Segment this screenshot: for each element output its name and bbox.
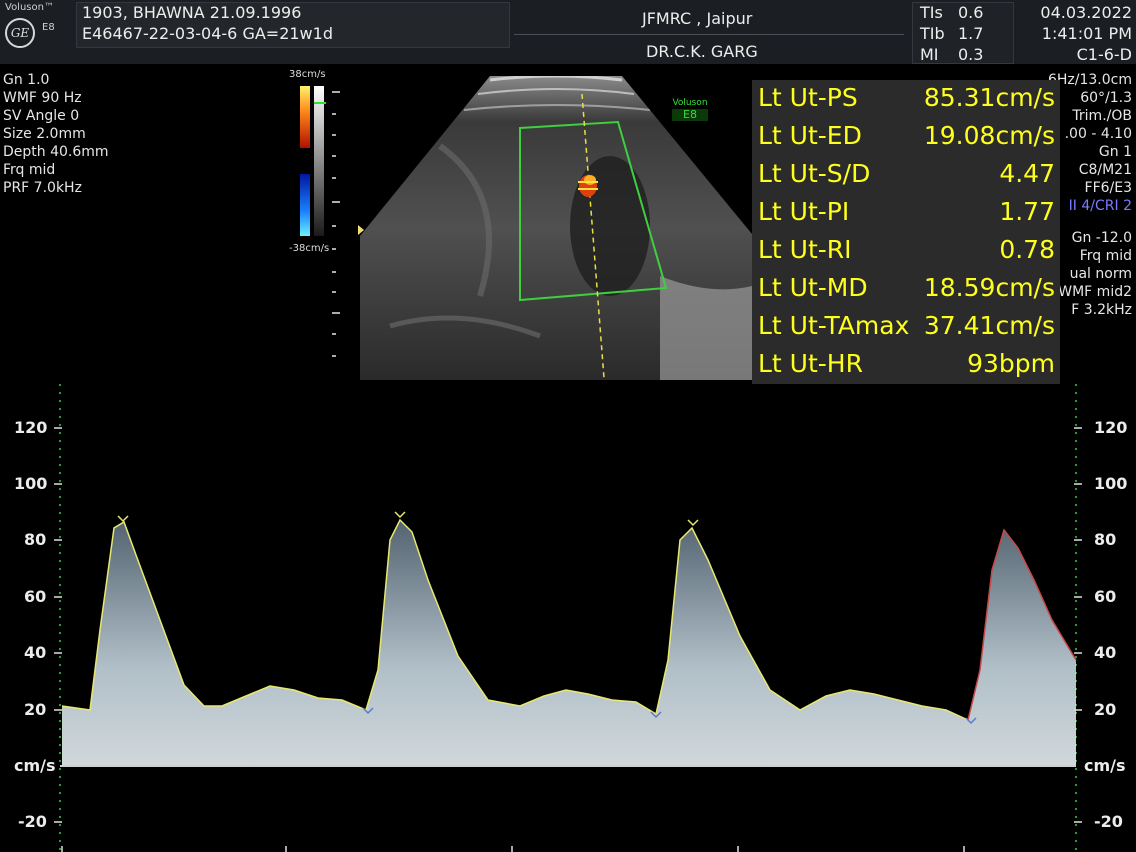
measurement-row: Lt Ut-HR 93bpm (752, 346, 1060, 384)
header-divider (514, 34, 904, 35)
measurement-label: Lt Ut-ED (758, 121, 862, 150)
rparam-spacer (1048, 215, 1132, 229)
param-depth: Depth 40.6mm (3, 144, 109, 160)
rparam-0: 6Hz/13.0cm (1047, 72, 1132, 88)
measurement-row: Lt Ut-S/D 4.47 (752, 156, 1060, 194)
measurement-value: 85.31cm/s (923, 83, 1055, 112)
measurement-label: Lt Ut-PI (758, 197, 850, 226)
institution-name: JFMRC , Jaipur (642, 9, 753, 28)
measurement-value: 93bpm (967, 349, 1055, 378)
color-scale-top: 38cm/s (289, 69, 326, 80)
axis-tick-right-100: 100 (1094, 474, 1128, 493)
axis-unit-right: cm/s (1084, 756, 1126, 775)
rparam-highlight: II 4/CRI 2 (1068, 198, 1132, 214)
doppler-parameters: Gn 1.0 WMF 90 Hz SV Angle 0 Size 2.0mm D… (3, 71, 109, 197)
axis-tick-left-40: 40 (24, 643, 47, 662)
measurement-value: 4.47 (999, 159, 1055, 188)
axis-tick-left-120: 120 (14, 418, 48, 437)
mini-logo-model: E8 (672, 109, 708, 121)
rparam-1: 60°/1.3 (1080, 90, 1132, 106)
axis-tick-right-60: 60 (1094, 587, 1117, 606)
rparam-10: WMF mid2 (1058, 284, 1132, 300)
tis-value: 0.6 (958, 3, 984, 22)
param-frequency: Frq mid (3, 162, 56, 178)
mi-value: 0.3 (958, 45, 984, 64)
exam-time: 1:41:01 PM (1041, 24, 1132, 43)
param-wall-filter: WMF 90 Hz (3, 90, 82, 106)
rparam-7: Gn -12.0 (1071, 230, 1132, 246)
measurement-label: Lt Ut-PS (758, 83, 858, 112)
tib-value: 1.7 (958, 24, 984, 43)
ge-logo-icon: GE (5, 18, 35, 48)
rparam-4: Gn 1 (1098, 144, 1132, 160)
bmode-parameters: 6Hz/13.0cm 60°/1.3 Trim./OB .00 - 4.10 G… (1048, 71, 1132, 319)
doctor-name: DR.C.K. GARG (646, 42, 758, 61)
brand-model: E8 (42, 22, 55, 33)
axis-unit-left: cm/s (14, 756, 56, 775)
measurement-value: 37.41cm/s (923, 311, 1055, 340)
axis-tick-left-neg20: -20 (18, 812, 47, 831)
exam-date: 04.03.2022 (1040, 3, 1132, 22)
probe-name: C1-6-D (1076, 45, 1132, 64)
rparam-8: Frq mid (1079, 248, 1132, 264)
measurement-row: Lt Ut-PS 85.31cm/s (752, 80, 1060, 118)
bmode-sector-image (360, 76, 752, 380)
axis-tick-right-40: 40 (1094, 643, 1117, 662)
axis-tick-left-80: 80 (24, 530, 47, 549)
measurement-row: Lt Ut-PI 1.77 (752, 194, 1060, 232)
tib-label: TIb (920, 24, 945, 43)
measurement-panel: Lt Ut-PS 85.31cm/s Lt Ut-ED 19.08cm/s Lt… (752, 80, 1060, 384)
measurement-label: Lt Ut-HR (758, 349, 863, 378)
mi-label: MI (920, 45, 939, 64)
param-sv-size: Size 2.0mm (3, 126, 86, 142)
measurement-row: Lt Ut-ED 19.08cm/s (752, 118, 1060, 156)
axis-tick-right-20: 20 (1094, 700, 1117, 719)
measurement-label: Lt Ut-RI (758, 235, 852, 264)
axis-tick-left-100: 100 (14, 474, 48, 493)
rparam-5: C8/M21 (1078, 162, 1132, 178)
patient-name-dob: 1903, BHAWNA 21.09.1996 (82, 3, 302, 22)
measurement-value: 0.78 (999, 235, 1055, 264)
patient-id-ga: E46467-22-03-04-6 GA=21w1d (82, 24, 333, 43)
doppler-spectrum (54, 384, 1082, 852)
measurement-label: Lt Ut-TAmax (758, 311, 910, 340)
header-bar: Voluson™ GE E8 1903, BHAWNA 21.09.1996 E… (0, 0, 1136, 64)
rparam-2: Trim./OB (1072, 108, 1132, 124)
measurement-value: 1.77 (999, 197, 1055, 226)
param-sv-angle: SV Angle 0 (3, 108, 80, 124)
axis-tick-right-neg20: -20 (1094, 812, 1123, 831)
rparam-11: F 3.2kHz (1071, 302, 1132, 318)
voluson-mini-logo: Voluson E8 (672, 97, 708, 121)
measurement-label: Lt Ut-S/D (758, 159, 871, 188)
param-prf: PRF 7.0kHz (3, 180, 82, 196)
param-gain: Gn 1.0 (3, 72, 50, 88)
tis-label: TIs (920, 3, 943, 22)
measurement-value: 18.59cm/s (923, 273, 1055, 302)
measurement-row: Lt Ut-MD 18.59cm/s (752, 270, 1060, 308)
axis-tick-right-80: 80 (1094, 530, 1117, 549)
rparam-9: ual norm (1069, 266, 1132, 282)
axis-tick-left-60: 60 (24, 587, 47, 606)
color-scale-bar (300, 86, 364, 357)
measurement-row: Lt Ut-RI 0.78 (752, 232, 1060, 270)
measurement-value: 19.08cm/s (923, 121, 1055, 150)
rparam-3: .00 - 4.10 (1064, 126, 1132, 142)
brand-name: Voluson™ (5, 2, 54, 13)
axis-tick-left-20: 20 (24, 700, 47, 719)
rparam-6: FF6/E3 (1084, 180, 1132, 196)
measurement-label: Lt Ut-MD (758, 273, 868, 302)
measurement-row: Lt Ut-TAmax 37.41cm/s (752, 308, 1060, 346)
axis-tick-right-120: 120 (1094, 418, 1128, 437)
